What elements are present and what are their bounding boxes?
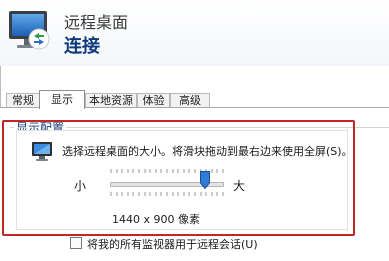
tab-display[interactable]: 显示 (39, 90, 85, 109)
remote-desktop-icon (9, 11, 50, 50)
tab-experience[interactable]: 体验 (137, 93, 170, 108)
tab-advanced[interactable]: 高级 (170, 93, 210, 108)
all-monitors-label: 将我的所有监视器用于远程会话(U) (87, 238, 258, 251)
tab-general[interactable]: 常规 (6, 93, 40, 108)
app-name: 远程桌面 (64, 13, 129, 32)
tab-local-resources[interactable]: 本地资源 (85, 93, 137, 108)
all-monitors-checkbox[interactable] (70, 237, 82, 249)
tab-strip: 常规 显示 本地资源 体验 高级 (0, 90, 389, 109)
dialog-subtitle: 连接 (64, 36, 100, 57)
highlight-frame (2, 120, 355, 236)
dialog-header: 远程桌面 连接 (0, 0, 389, 66)
